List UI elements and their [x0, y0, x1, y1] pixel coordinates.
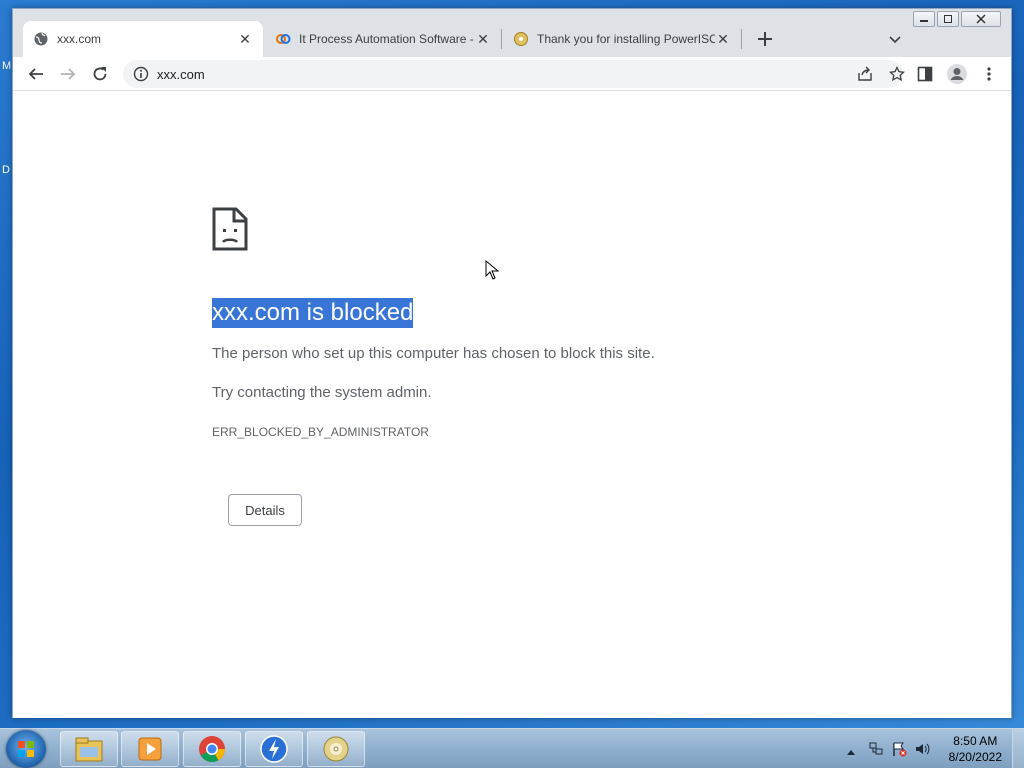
tab-separator — [741, 29, 742, 49]
action-center-flag-icon[interactable] — [891, 741, 907, 762]
forward-button[interactable] — [56, 62, 80, 86]
tab-xxx-com[interactable]: xxx.com ✕ — [23, 21, 263, 57]
clock-date: 8/20/2022 — [948, 750, 1002, 764]
globe-icon — [33, 31, 49, 47]
back-button[interactable] — [24, 62, 48, 86]
reload-icon — [93, 67, 107, 81]
restore-icon — [944, 15, 952, 23]
chrome-button[interactable] — [183, 731, 241, 767]
new-tab-button[interactable] — [751, 25, 779, 53]
minimize-button[interactable] — [913, 11, 935, 27]
side-panel-button[interactable] — [913, 62, 937, 86]
window-controls — [913, 11, 1001, 27]
page-content: xxx.com is blocked The person who set up… — [13, 92, 1011, 718]
maximize-button[interactable] — [937, 11, 959, 27]
close-icon — [976, 14, 986, 24]
poweriso-icon — [513, 31, 529, 47]
site-info-icon[interactable] — [133, 66, 149, 82]
show-hidden-icons-button[interactable] — [846, 743, 856, 761]
clock-time: 8:50 AM — [953, 734, 998, 748]
arrow-right-icon — [61, 68, 76, 80]
menu-button[interactable] — [977, 62, 1001, 86]
tab-it-process-automation[interactable]: It Process Automation Software - ✕ — [265, 21, 501, 57]
disc-icon — [323, 736, 349, 762]
close-tab-icon[interactable]: ✕ — [475, 31, 491, 47]
close-window-button[interactable] — [961, 11, 1001, 27]
volume-icon[interactable] — [914, 741, 930, 762]
tab-title: It Process Automation Software - — [299, 32, 474, 46]
minimize-icon — [920, 20, 928, 22]
arrow-left-icon — [28, 68, 43, 80]
tab-title: xxx.com — [57, 32, 102, 46]
taskbar: 8:50 AM 8/20/2022 — [0, 728, 1024, 768]
disc-app-button[interactable] — [307, 731, 365, 767]
url-text: xxx.com — [157, 66, 205, 82]
desktop-label-fragment: M — [2, 60, 12, 72]
address-bar[interactable]: xxx.com — [123, 60, 906, 88]
tab-strip: xxx.com ✕ It Process Automation Software… — [13, 9, 1011, 57]
automation-logo-icon — [275, 31, 291, 47]
file-explorer-button[interactable] — [60, 731, 118, 767]
close-tab-icon[interactable]: ✕ — [237, 31, 253, 47]
desktop-label-fragment: D — [2, 164, 10, 176]
profile-button[interactable] — [945, 62, 969, 86]
chevron-up-icon — [847, 750, 855, 755]
side-panel-icon — [917, 66, 933, 82]
start-button[interactable] — [6, 730, 46, 768]
browser-toolbar: xxx.com — [13, 57, 1011, 91]
kebab-menu-icon — [987, 67, 991, 81]
thunder-app-button[interactable] — [245, 731, 303, 767]
error-code: ERR_BLOCKED_BY_ADMINISTRATOR — [212, 425, 429, 439]
browser-window: xxx.com ✕ It Process Automation Software… — [12, 8, 1012, 718]
thunder-app-icon — [260, 735, 288, 763]
tab-poweriso[interactable]: Thank you for installing PowerISO ✕ — [503, 21, 741, 57]
tab-separator — [501, 29, 502, 49]
close-tab-icon[interactable]: ✕ — [715, 31, 731, 47]
show-desktop-button[interactable] — [1012, 729, 1024, 768]
sad-page-icon — [212, 207, 248, 256]
system-clock[interactable]: 8:50 AM 8/20/2022 — [949, 733, 1002, 765]
tab-title: Thank you for installing PowerISO — [537, 32, 715, 46]
share-icon[interactable] — [857, 66, 873, 87]
chevron-down-icon — [889, 36, 901, 44]
media-player-icon — [138, 737, 162, 761]
avatar-icon — [947, 64, 967, 84]
bookmark-star-icon[interactable] — [888, 65, 906, 87]
mouse-cursor-icon — [485, 259, 500, 285]
block-explanation: The person who set up this computer has … — [212, 345, 655, 362]
chrome-icon — [199, 736, 226, 763]
windows-logo-icon — [18, 741, 34, 757]
page-title: xxx.com is blocked — [212, 298, 414, 328]
admin-hint: Try contacting the system admin. — [212, 384, 432, 401]
tab-search-button[interactable] — [883, 27, 907, 51]
plus-icon — [758, 32, 772, 46]
reload-button[interactable] — [88, 62, 112, 86]
details-button[interactable]: Details — [228, 494, 302, 526]
network-tray-icon[interactable] — [868, 741, 884, 762]
media-player-button[interactable] — [121, 731, 179, 767]
file-explorer-icon — [75, 737, 103, 762]
